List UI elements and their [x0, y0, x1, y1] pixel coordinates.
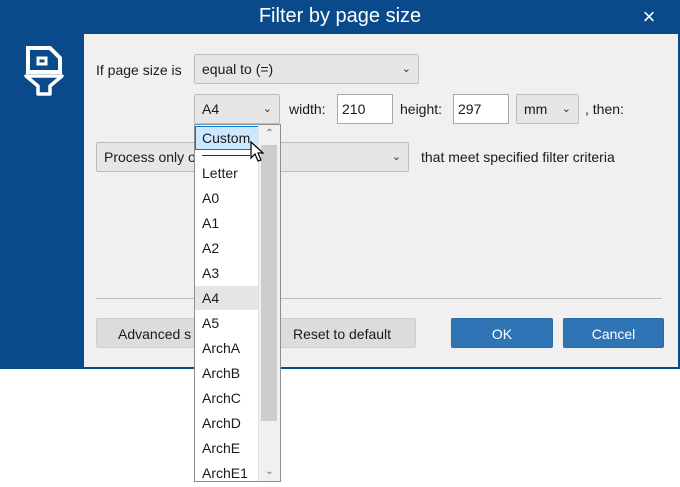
ok-button[interactable]: OK [451, 318, 553, 348]
chevron-down-icon: ⌄ [561, 103, 571, 115]
width-input[interactable]: 210 [337, 94, 393, 124]
chevron-down-icon: ⌄ [401, 63, 411, 75]
dialog-title: Filter by page size [258, 5, 422, 27]
action-value: Process only o [104, 149, 196, 165]
unit-value: mm [524, 101, 548, 117]
dialog-content: If page size is equal to (=) ⌄ A4 ⌄ widt… [84, 34, 678, 367]
reset-to-default-button[interactable]: Reset to default [268, 318, 416, 348]
dropdown-item-archb[interactable]: ArchB [195, 361, 259, 385]
close-icon[interactable]: × [636, 4, 662, 30]
dialog-window: Filter by page size × If page size is eq… [0, 0, 680, 369]
height-label: height: [400, 101, 443, 117]
dropdown-item-archc[interactable]: ArchC [195, 386, 259, 410]
title-bar: Filter by page size × [0, 0, 680, 34]
scroll-down-icon[interactable]: ⌄ [259, 463, 280, 481]
dropdown-item-letter[interactable]: Letter [195, 161, 259, 185]
unit-select[interactable]: mm ⌄ [516, 94, 579, 124]
dropdown-scrollbar[interactable]: ⌃ ⌄ [258, 125, 280, 481]
chevron-down-icon: ⌄ [262, 103, 272, 115]
dropdown-item-arche[interactable]: ArchE [195, 436, 259, 460]
height-input[interactable]: 297 [453, 94, 509, 124]
then-label: , then: [585, 101, 624, 117]
dropdown-item-archa[interactable]: ArchA [195, 336, 259, 360]
dropdown-item-a1[interactable]: A1 [195, 211, 259, 235]
page-size-select[interactable]: A4 ⌄ [194, 94, 280, 124]
dropdown-item-a3[interactable]: A3 [195, 261, 259, 285]
if-page-size-label: If page size is [96, 62, 182, 78]
dropdown-item-archd[interactable]: ArchD [195, 411, 259, 435]
dropdown-separator [202, 155, 250, 156]
scroll-thumb[interactable] [261, 145, 277, 421]
action-suffix-label: that meet specified filter criteria [421, 149, 615, 165]
divider [96, 298, 662, 299]
page-size-dropdown-list[interactable]: Custom Letter A0 A1 A2 A3 A4 A5 ArchA ArchB ArchC A… [194, 124, 281, 482]
filter-page-icon [24, 46, 64, 96]
comparison-select[interactable]: equal to (=) ⌄ [194, 54, 419, 84]
page-size-value: A4 [202, 101, 220, 117]
chevron-down-icon: ⌄ [391, 151, 401, 163]
dropdown-item-a0[interactable]: A0 [195, 186, 259, 210]
mouse-pointer-icon [250, 141, 265, 162]
width-label: width: [289, 101, 326, 117]
dropdown-item-a2[interactable]: A2 [195, 236, 259, 260]
comparison-value: equal to (=) [202, 61, 274, 77]
advanced-settings-button[interactable]: Advanced s [96, 318, 208, 348]
dropdown-item-a4[interactable]: A4 [195, 286, 259, 310]
dropdown-item-arche1[interactable]: ArchE1 [195, 461, 259, 481]
dropdown-item-a5[interactable]: A5 [195, 311, 259, 335]
cancel-button[interactable]: Cancel [563, 318, 664, 348]
